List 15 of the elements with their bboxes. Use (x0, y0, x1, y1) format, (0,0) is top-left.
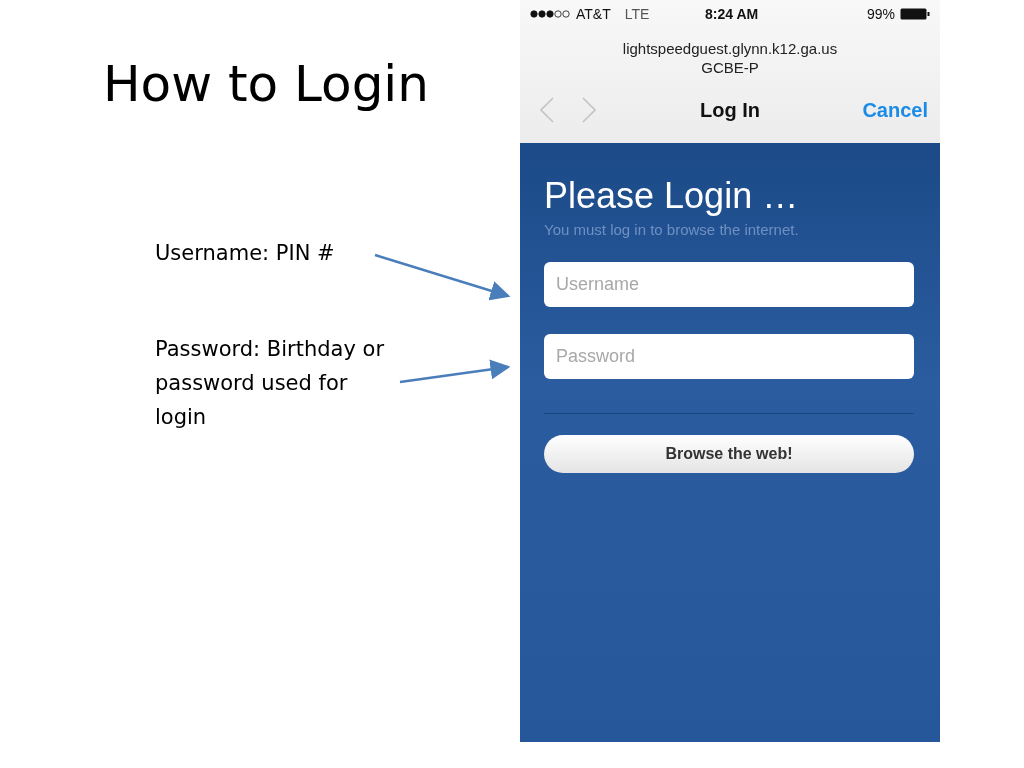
input-field[interactable]: Username (544, 262, 914, 307)
page-url: lightspeedguest.glynn.k12.ga.us (622, 39, 838, 58)
note-text: Password: Birthday or password used for login (155, 336, 386, 431)
login-heading: Please Login … (544, 174, 800, 218)
status-time: 8:24 AM (705, 6, 760, 22)
battery-percent: 99% (866, 6, 895, 22)
network-type: LTE (624, 6, 650, 22)
browse-button[interactable]: Browse the web! (544, 435, 914, 473)
nav-title: Log In (700, 98, 761, 122)
site-name: GCBE-P (701, 58, 759, 77)
carrier-name: AT&T (576, 6, 611, 22)
login-subtitle: You must log in to browse the internet. (544, 221, 800, 238)
note-text: Username: PIN # (155, 240, 336, 267)
input-field[interactable]: Password (544, 334, 914, 379)
slide-title: How to Login (103, 54, 430, 115)
